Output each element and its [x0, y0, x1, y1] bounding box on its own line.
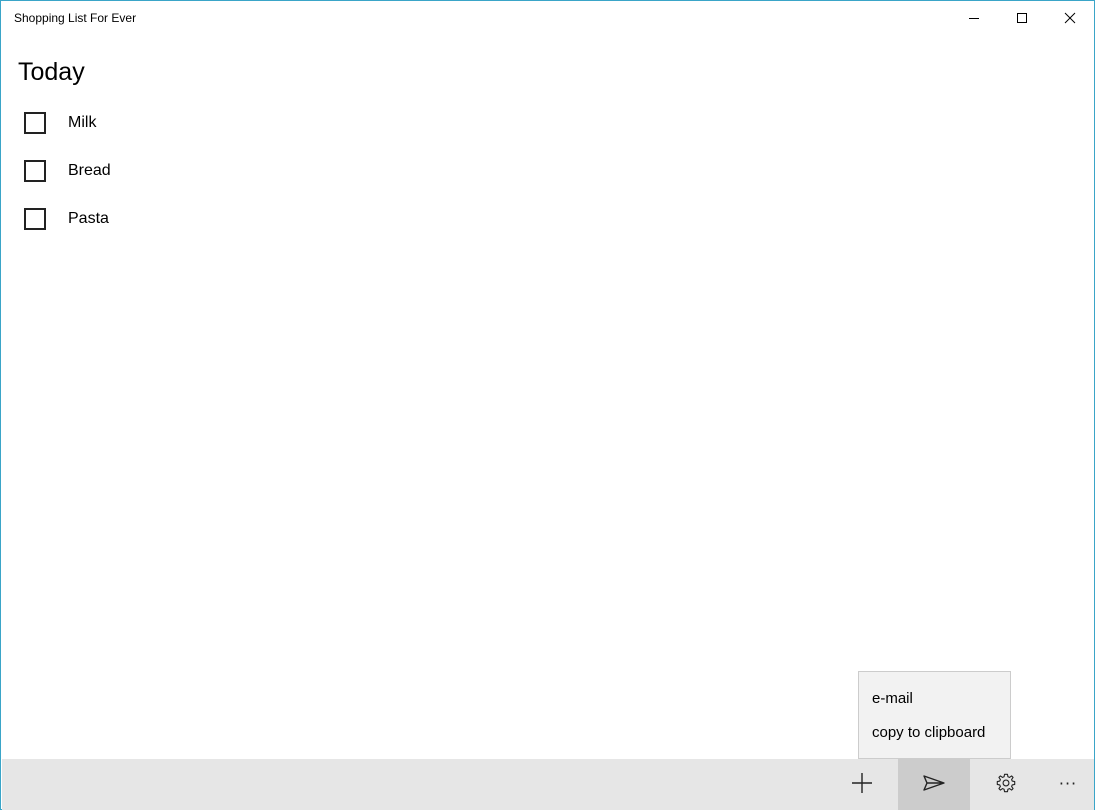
- more-button[interactable]: ···: [1042, 759, 1094, 810]
- close-icon: [1064, 12, 1076, 24]
- list-item[interactable]: Bread: [24, 151, 111, 199]
- title-bar[interactable]: Shopping List For Ever: [1, 1, 1094, 37]
- item-checkbox[interactable]: [24, 208, 46, 230]
- section-title: Today: [18, 58, 85, 86]
- minimize-icon: [968, 12, 980, 24]
- share-flyout-menu: e-mail copy to clipboard: [858, 671, 1011, 759]
- item-label: Bread: [68, 162, 111, 179]
- list-item[interactable]: Milk: [24, 103, 111, 151]
- item-checkbox[interactable]: [24, 160, 46, 182]
- minimize-button[interactable]: [950, 1, 998, 35]
- command-bar: ···: [2, 759, 1094, 810]
- add-icon: [851, 772, 873, 798]
- settings-button[interactable]: [970, 759, 1042, 810]
- send-icon: [923, 774, 945, 795]
- gear-icon: [995, 772, 1017, 798]
- menu-item-email[interactable]: e-mail: [872, 690, 913, 707]
- close-button[interactable]: [1046, 1, 1094, 35]
- more-icon: ···: [1058, 774, 1078, 793]
- maximize-icon: [1016, 12, 1028, 24]
- app-window: Shopping List For Ever Today Milk Bread …: [0, 0, 1095, 810]
- window-title: Shopping List For Ever: [14, 11, 137, 25]
- maximize-button[interactable]: [998, 1, 1046, 35]
- share-button[interactable]: [898, 759, 970, 810]
- menu-item-copy-to-clipboard[interactable]: copy to clipboard: [872, 724, 985, 741]
- item-label: Pasta: [68, 210, 109, 227]
- item-label: Milk: [68, 114, 97, 131]
- add-button[interactable]: [826, 759, 898, 810]
- item-checkbox[interactable]: [24, 112, 46, 134]
- list-item[interactable]: Pasta: [24, 199, 111, 247]
- shopping-list: Milk Bread Pasta: [24, 103, 111, 247]
- window-controls: [950, 1, 1094, 35]
